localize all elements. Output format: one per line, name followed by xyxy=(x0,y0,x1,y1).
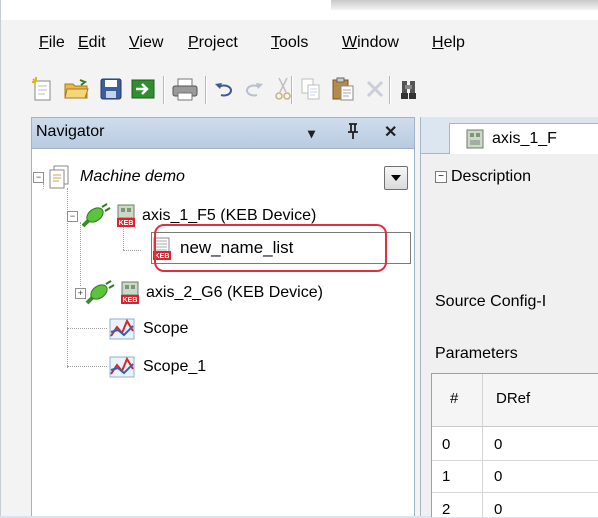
collapse-toggle[interactable]: − xyxy=(33,171,44,183)
device-plug-icon xyxy=(84,280,118,306)
menu-project[interactable]: Project xyxy=(188,34,238,52)
table-cell[interactable]: 0 xyxy=(494,501,502,518)
rename-editor: KEB xyxy=(151,232,411,264)
undo-icon[interactable] xyxy=(211,74,239,104)
rename-input[interactable] xyxy=(180,235,400,261)
parameters-grid: # DRef 0 0 1 0 2 0 xyxy=(431,373,598,518)
table-cell[interactable]: 2 xyxy=(442,501,450,518)
description-label: Description xyxy=(451,168,532,185)
import-icon[interactable] xyxy=(129,74,157,104)
svg-text:KEB: KEB xyxy=(123,297,138,304)
application-window: File Edit View Project Tools Window Help xyxy=(0,0,598,518)
tree-label: axis_1_F5 (KEB Device) xyxy=(142,207,317,224)
tab-axis-1[interactable]: axis_1_F xyxy=(449,123,598,154)
svg-text:KEB: KEB xyxy=(119,220,134,227)
pin-icon[interactable] xyxy=(346,122,360,145)
table-cell[interactable]: 0 xyxy=(442,436,450,453)
open-folder-icon[interactable] xyxy=(63,74,91,104)
redo-icon[interactable] xyxy=(239,74,267,104)
new-document-icon[interactable] xyxy=(29,74,57,104)
paste-icon[interactable] xyxy=(329,74,357,104)
scope-icon xyxy=(109,356,135,378)
panel-menu-chevron-icon[interactable]: ▾ xyxy=(308,125,315,142)
collapse-toggle[interactable]: − xyxy=(435,171,447,183)
table-cell[interactable]: 0 xyxy=(494,468,502,485)
toolbar xyxy=(23,74,598,110)
collapse-toggle[interactable]: − xyxy=(67,210,78,222)
tree-item-axis-1[interactable]: − KEB axis_1_F5 (KEB Device) xyxy=(67,203,316,229)
copy-icon[interactable] xyxy=(297,74,325,104)
menu-window[interactable]: Window xyxy=(342,34,399,52)
table-cell[interactable]: 0 xyxy=(494,436,502,453)
parameters-label: Parameters xyxy=(435,345,518,362)
menu-help[interactable]: Help xyxy=(432,34,465,52)
project-icon xyxy=(48,164,72,190)
save-icon[interactable] xyxy=(97,74,125,104)
tree-item-machine-demo[interactable]: − Machine demo xyxy=(33,164,185,190)
tree-item-scope[interactable]: Scope xyxy=(109,316,188,342)
device-plug-icon xyxy=(80,203,114,229)
menu-bar: File Edit View Project Tools Window Help xyxy=(1,20,598,58)
navigator-title: Navigator xyxy=(36,123,105,140)
column-header[interactable]: # xyxy=(450,390,458,407)
parameter-list-icon: KEB xyxy=(152,237,172,261)
column-header[interactable]: DRef xyxy=(496,390,530,407)
tree-item-axis-2[interactable]: + KEB axis_2_G6 (KEB Device) xyxy=(75,280,323,306)
editor-tab-strip: axis_1_F xyxy=(421,117,598,154)
description-section[interactable]: − Description xyxy=(435,168,531,186)
delete-icon[interactable] xyxy=(361,74,389,104)
menu-edit[interactable]: Edit xyxy=(78,34,106,52)
expand-toggle[interactable]: + xyxy=(75,287,86,299)
keb-device-icon: KEB xyxy=(116,204,136,228)
tree-label: Scope_1 xyxy=(143,358,207,375)
scope-icon xyxy=(109,318,135,340)
title-bar-remnant xyxy=(1,0,598,20)
svg-text:KEB: KEB xyxy=(155,253,170,260)
editor-panel: axis_1_F − Description Source Config-I P… xyxy=(420,117,598,518)
chevron-down-icon[interactable] xyxy=(384,166,408,190)
source-config-label: Source Config-I xyxy=(435,293,547,310)
keb-device-icon: KEB xyxy=(120,281,140,305)
tree-item-scope-1[interactable]: Scope_1 xyxy=(109,354,206,380)
device-tab-icon xyxy=(466,129,484,149)
print-icon[interactable] xyxy=(171,74,199,104)
menu-view[interactable]: View xyxy=(129,34,163,52)
tab-label: axis_1_F xyxy=(492,130,557,147)
find-icon[interactable] xyxy=(395,74,423,104)
tree-label: axis_2_G6 (KEB Device) xyxy=(146,284,323,301)
tree-label: Scope xyxy=(143,320,189,337)
tree-label: Machine demo xyxy=(80,168,185,185)
table-cell[interactable]: 1 xyxy=(442,468,450,485)
close-icon[interactable]: ✕ xyxy=(384,122,397,142)
navigator-header: Navigator ▾ ✕ xyxy=(31,117,415,149)
menu-tools[interactable]: Tools xyxy=(271,34,308,52)
menu-file[interactable]: File xyxy=(39,34,65,52)
